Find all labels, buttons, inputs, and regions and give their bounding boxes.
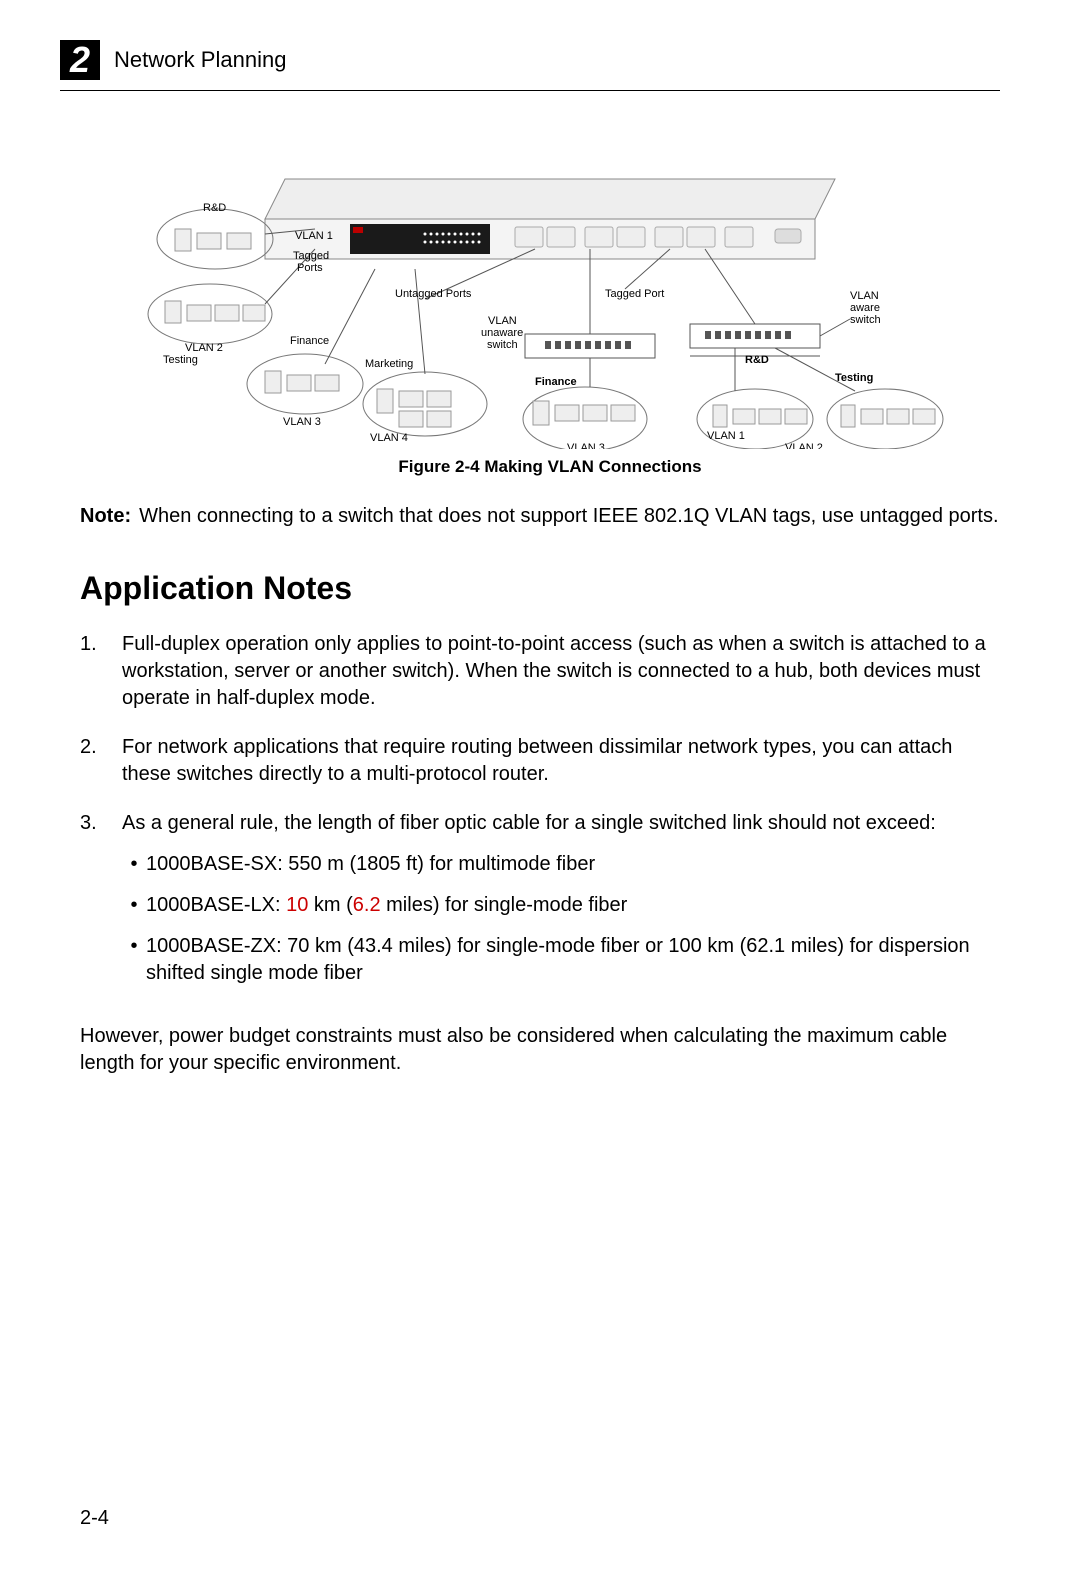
app-note-1: Full-duplex operation only applies to po… [80,631,1000,712]
label-untagged-ports: Untagged Ports [395,288,472,300]
testing-cloud-icon [148,284,272,344]
label-vlan-unaware1: VLAN [488,315,517,327]
label-finance2: Finance [535,376,577,388]
label-tagged-ports-2: Ports [297,262,323,274]
app-note-2: For network applications that require ro… [80,734,1000,788]
rd-cloud-icon [157,209,273,269]
fiber-zx: 1000BASE-ZX: 70 km (43.4 miles) for sing… [122,933,1000,987]
label-marketing: Marketing [365,358,413,370]
label-vlan-aware3: switch [850,314,881,326]
note-block: Note: When connecting to a switch that d… [80,503,1000,530]
label-vlan-aware2: aware [850,302,880,314]
label-vlan1: VLAN 1 [295,230,333,242]
chapter-number: 2 [70,42,90,78]
label-tagged-ports-1: Tagged [293,250,329,262]
finance-cloud-icon [247,354,363,414]
page-number: 2-4 [80,1507,109,1530]
header-divider [60,90,1000,91]
chapter-badge: 2 [60,40,100,80]
page-title: Network Planning [114,47,286,73]
label-vlan2b: VLAN 2 [785,442,823,449]
label-finance: Finance [290,335,329,347]
label-vlan-aware1: VLAN [850,290,879,302]
fiber-lx: 1000BASE-LX: 10 km (6.2 miles) for singl… [122,892,1000,919]
trailing-paragraph: However, power budget constraints must a… [80,1023,1000,1077]
label-vlan-unaware3: switch [487,339,518,351]
note-text: When connecting to a switch that does no… [139,503,998,530]
label-testing: Testing [163,354,198,366]
label-vlan-unaware2: unaware [481,327,523,339]
vlan-unaware-switch-icon [525,334,655,358]
fiber-sx: 1000BASE-SX: 550 m (1805 ft) for multimo… [122,851,1000,878]
right-cloud-2-icon [827,389,943,449]
marketing-cloud-icon [363,372,487,436]
figure-caption: Figure 2-4 Making VLAN Connections [100,457,1000,477]
label-vlan2: VLAN 2 [185,342,223,354]
label-testing2: Testing [835,372,873,384]
label-vlan3b: VLAN 3 [567,442,605,449]
label-vlan3: VLAN 3 [283,416,321,428]
label-vlan1b: VLAN 1 [707,430,745,442]
label-tagged-port: Tagged Port [605,288,664,300]
label-rd: R&D [203,202,226,214]
label-rd2: R&D [745,354,769,366]
application-notes-list: Full-duplex operation only applies to po… [80,631,1000,1001]
section-heading: Application Notes [80,570,1000,607]
app-note-3: As a general rule, the length of fiber o… [80,810,1000,1001]
vlan-aware-switch-icon [690,324,820,356]
page-header: 2 Network Planning [60,40,1000,80]
note-label: Note: [80,503,131,530]
figure-vlan-diagram: R&D VLAN 1 Tagged Ports Untagged Ports T… [100,119,1000,477]
bottom-cloud-vlan3-icon [523,387,647,449]
fiber-limits-list: 1000BASE-SX: 550 m (1805 ft) for multimo… [122,851,1000,987]
label-vlan4: VLAN 4 [370,432,408,444]
main-switch-icon [265,179,835,259]
